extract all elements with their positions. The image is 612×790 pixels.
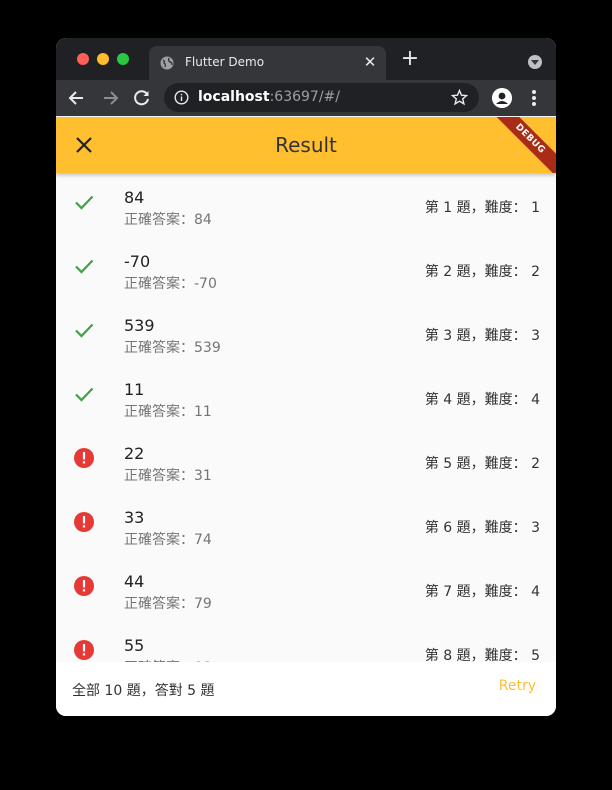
back-arrow-icon[interactable] <box>67 88 87 108</box>
question-meta: 第 8 題，難度： 5 <box>424 648 540 662</box>
info-icon[interactable] <box>174 90 189 105</box>
tab-close-icon[interactable]: ✕ <box>362 53 378 71</box>
list-item: 33 正確答案：74 第 6 題，難度： 3 <box>56 493 556 557</box>
error-icon <box>74 640 94 660</box>
user-answer: 22 <box>124 444 145 463</box>
tab-title: Flutter Demo <box>185 55 265 69</box>
globe-icon <box>160 56 174 70</box>
list-item: 539 正確答案：539 第 3 題，難度： 3 <box>56 301 556 365</box>
question-meta: 第 2 題，難度： 2 <box>424 264 540 280</box>
page-title: Result <box>275 133 337 157</box>
new-tab-icon[interactable]: + <box>400 48 420 70</box>
user-answer: 33 <box>124 508 145 527</box>
reload-icon[interactable] <box>132 88 152 108</box>
question-meta: 第 4 題，難度： 4 <box>424 392 540 408</box>
url-path: :63697/#/ <box>269 89 340 105</box>
tab-search-icon[interactable] <box>528 55 542 69</box>
error-icon <box>74 512 94 532</box>
check-icon <box>75 387 94 402</box>
browser-tab[interactable]: Flutter Demo ✕ <box>149 46 386 80</box>
user-answer: 44 <box>124 572 145 591</box>
zoom-window-button[interactable] <box>117 53 129 65</box>
address-bar[interactable]: localhost:63697/#/ <box>164 83 479 112</box>
tab-strip: Flutter Demo ✕ + <box>56 38 556 80</box>
correct-answer: 正確答案：11 <box>124 404 212 420</box>
close-window-button[interactable] <box>77 53 89 65</box>
user-answer: 539 <box>124 316 155 335</box>
minimize-window-button[interactable] <box>97 53 109 65</box>
correct-answer: 正確答案：539 <box>124 340 221 356</box>
bookmark-star-icon[interactable] <box>451 89 468 106</box>
check-icon <box>75 323 94 338</box>
result-list[interactable]: 84 正確答案：84 第 1 題，難度： 1 -70 正確答案：-70 第 2 題，難度：… <box>56 173 556 662</box>
correct-answer: 正確答案：79 <box>124 596 212 612</box>
list-item: 11 正確答案：11 第 4 題，難度： 4 <box>56 365 556 429</box>
user-answer: 55 <box>124 636 145 655</box>
forward-arrow-icon[interactable] <box>100 88 120 108</box>
error-icon <box>74 576 94 596</box>
correct-answer: 正確答案：84 <box>124 212 212 228</box>
check-icon <box>75 259 94 274</box>
list-item: 55正確答案：88第 8 題，難度： 5 <box>56 621 556 662</box>
correct-answer: 正確答案：31 <box>124 468 212 484</box>
app-bar: Result DEBUG <box>56 117 556 173</box>
browser-window: Flutter Demo ✕ + localhost:63697/#/ Resu… <box>56 38 556 716</box>
correct-answer: 正確答案：74 <box>124 532 212 548</box>
question-meta: 第 7 題，難度： 4 <box>424 584 540 600</box>
user-answer: -70 <box>124 252 151 271</box>
footer-bar: 全部 10 題，答對 5 題 Retry <box>56 662 556 716</box>
user-answer: 11 <box>124 380 145 399</box>
url-text: localhost:63697/#/ <box>198 89 340 105</box>
question-meta: 第 5 題，難度： 2 <box>424 456 540 472</box>
list-item: 22 正確答案：31 第 5 題，難度： 2 <box>56 429 556 493</box>
score-summary: 全部 10 題，答對 5 題 <box>72 683 215 699</box>
list-item: 44 正確答案：79 第 7 題，難度： 4 <box>56 557 556 621</box>
list-item: -70 正確答案：-70 第 2 題，難度： 2 <box>56 237 556 301</box>
question-meta: 第 1 題，難度： 1 <box>424 200 540 216</box>
question-meta: 第 6 題，難度： 3 <box>424 520 540 536</box>
profile-avatar-icon[interactable] <box>492 88 512 108</box>
url-host: localhost <box>198 89 270 105</box>
browser-toolbar: localhost:63697/#/ <box>56 80 556 116</box>
check-icon <box>75 195 94 210</box>
retry-button[interactable]: Retry <box>499 678 536 694</box>
list-item: 84 正確答案：84 第 1 題，難度： 1 <box>56 173 556 237</box>
error-icon <box>74 448 94 468</box>
question-meta: 第 3 題，難度： 3 <box>424 328 540 344</box>
user-answer: 84 <box>124 188 145 207</box>
correct-answer: 正確答案：-70 <box>124 276 217 292</box>
browser-menu-icon[interactable] <box>531 88 537 108</box>
